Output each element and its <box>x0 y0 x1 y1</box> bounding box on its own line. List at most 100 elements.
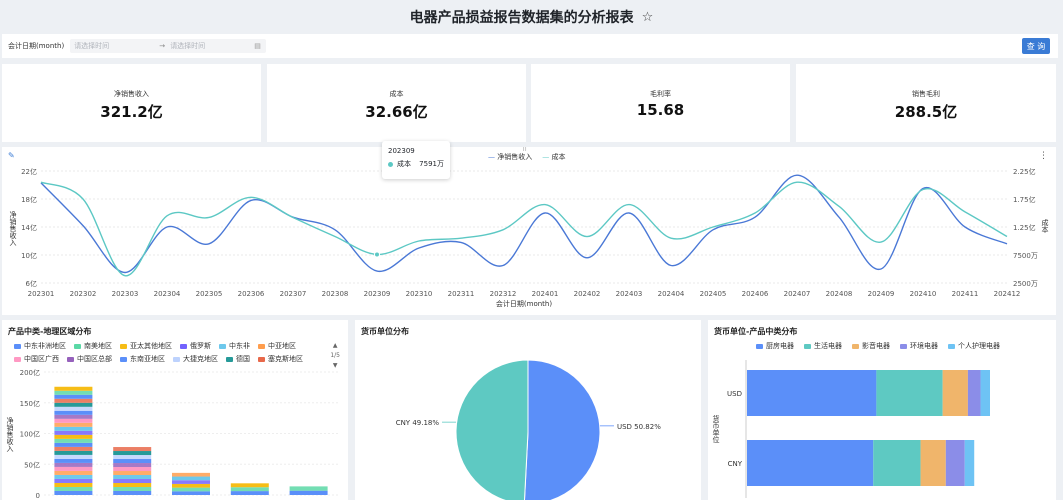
currency-pie-chart[interactable]: USD 50.82% CNY 49.18% <box>355 320 701 500</box>
kpi-card-net-sales: 净销售收入 321.2亿 <box>2 64 261 142</box>
chart-tooltip: 202309 成本 7591万 <box>382 141 450 179</box>
bar-segment <box>54 434 93 439</box>
bar-segment <box>54 426 93 431</box>
y-tick-label: 18亿 <box>21 195 37 204</box>
line-chart-panel: ✎ ⠿ ⋮ — 净销售收入 — 成本 6亿 10亿 14亿 18亿 22亿 2500万 75… <box>2 147 1056 315</box>
kpi-card-cost: 成本 32.66亿 <box>267 64 526 142</box>
bar-segment <box>54 406 93 411</box>
x-tick-label: 202307 <box>280 290 307 298</box>
bar-segment <box>54 422 93 427</box>
highlighted-point <box>374 251 380 258</box>
kpi-label: 净销售收入 <box>114 90 149 98</box>
y2-tick-label: 2500万 <box>1013 280 1038 288</box>
pie-label: CNY 49.18% <box>396 419 440 427</box>
bar-segment <box>54 462 93 467</box>
bar-segment <box>113 459 152 464</box>
pie-slice-usd <box>523 359 601 500</box>
category-label: USD <box>727 390 742 398</box>
x-tick-label: 202409 <box>868 290 895 298</box>
x-tick-label: 202405 <box>700 290 727 298</box>
pie-slice-cny <box>455 359 529 500</box>
kpi-label: 销售毛利 <box>912 90 940 98</box>
kpi-label: 毛利率 <box>650 90 671 98</box>
bar-segment <box>920 440 946 486</box>
bar-segment <box>980 370 990 416</box>
bar-segment <box>54 478 93 483</box>
bar-segment <box>289 486 328 491</box>
bar-segment <box>172 491 210 495</box>
star-icon[interactable]: ☆ <box>642 10 654 25</box>
bar-segment <box>172 472 210 477</box>
bar-segment <box>876 370 943 416</box>
tooltip-period: 202309 <box>388 147 415 155</box>
y-tick-label: 6亿 <box>26 279 37 288</box>
bar-segment <box>54 438 93 443</box>
y-tick-label: 14亿 <box>21 223 37 232</box>
y-tick-label: 22亿 <box>21 167 37 176</box>
kpi-value: 15.68 <box>636 101 685 119</box>
bar-segment <box>113 483 152 488</box>
series-line-cost <box>40 181 1008 277</box>
y-tick-label: 150亿 <box>20 399 40 408</box>
query-button[interactable]: 查 询 <box>1022 38 1050 54</box>
x-tick-label: 202309 <box>364 290 391 298</box>
page-header: 电器产品损益报告数据集的分析报表 ☆ <box>0 0 1063 34</box>
y-tick-label: 50亿 <box>24 460 40 469</box>
filter-label: 会计日期(month) <box>8 42 65 50</box>
bar-segment <box>113 471 152 476</box>
kpi-value: 32.66亿 <box>365 103 428 121</box>
bar-segment <box>54 390 93 395</box>
category-label: CNY <box>728 460 743 468</box>
kpi-card-gross-profit: 销售毛利 288.5亿 <box>796 64 1056 142</box>
bar-segment <box>54 490 93 495</box>
x-tick-label: 202401 <box>532 290 559 298</box>
kpi-value: 288.5亿 <box>894 103 958 121</box>
bar-segment <box>113 479 152 484</box>
bar-segment <box>945 440 965 486</box>
y-tick-label: 200亿 <box>20 368 40 377</box>
bar-segment <box>54 442 93 447</box>
bar-segment <box>54 410 93 415</box>
bar-segment <box>230 487 269 492</box>
filter-bar: 会计日期(month) 请选择时间 → 请选择时间 ▤ 查 询 <box>2 34 1058 58</box>
bar-segment <box>113 475 152 480</box>
kpi-card-gross-margin-rate: 毛利率 15.68 <box>531 64 790 142</box>
bar-segment <box>113 487 152 492</box>
x-axis-title: 会计日期(month) <box>496 299 552 308</box>
region-bar-chart[interactable]: 0 50亿 100亿 150亿 200亿净销售收入 <box>2 320 348 500</box>
x-tick-label: 202301 <box>28 290 55 298</box>
bar-segment <box>54 482 93 487</box>
x-tick-label: 202403 <box>616 290 643 298</box>
bar-segment <box>54 470 93 475</box>
y2-tick-label: 1.25亿 <box>1013 223 1036 232</box>
x-tick-label: 202302 <box>70 290 97 298</box>
y-tick-label: 10亿 <box>21 251 37 260</box>
y2-tick-label: 2.25亿 <box>1013 167 1036 176</box>
bar-segment <box>54 394 93 399</box>
date-range-picker[interactable]: 请选择时间 → 请选择时间 ▤ <box>70 39 267 53</box>
series-line-net-sales <box>40 174 1008 274</box>
x-tick-label: 202412 <box>994 290 1021 298</box>
x-tick-label: 202311 <box>448 290 475 298</box>
calendar-icon[interactable]: ▤ <box>254 42 266 50</box>
bar-segment <box>967 370 981 416</box>
y-axis-title: 货币单位 <box>712 414 720 443</box>
x-tick-label: 202306 <box>238 290 265 298</box>
bar-segment <box>230 491 269 495</box>
kpi-value: 321.2亿 <box>100 103 163 121</box>
kpi-label: 成本 <box>389 90 404 98</box>
x-tick-label: 202411 <box>952 290 979 298</box>
bar-segment <box>54 450 93 455</box>
bar-segment <box>54 466 93 471</box>
bar-segment <box>747 440 874 486</box>
y2-tick-label: 7500万 <box>1013 252 1038 260</box>
bar-segment <box>54 430 93 435</box>
bar-segment <box>964 440 975 486</box>
start-date-input[interactable]: 请选择时间 <box>70 41 156 51</box>
line-chart[interactable]: 6亿 10亿 14亿 18亿 22亿 2500万 7500万 1.25亿 1.75亿 2.25亿 2… <box>2 147 1056 315</box>
currency-category-chart[interactable]: 货币单位 USD CNY <box>708 320 1056 500</box>
end-date-input[interactable]: 请选择时间 <box>168 41 254 51</box>
bar-segment <box>172 487 210 492</box>
bar-segment <box>54 486 93 491</box>
bar-segment <box>747 370 877 416</box>
